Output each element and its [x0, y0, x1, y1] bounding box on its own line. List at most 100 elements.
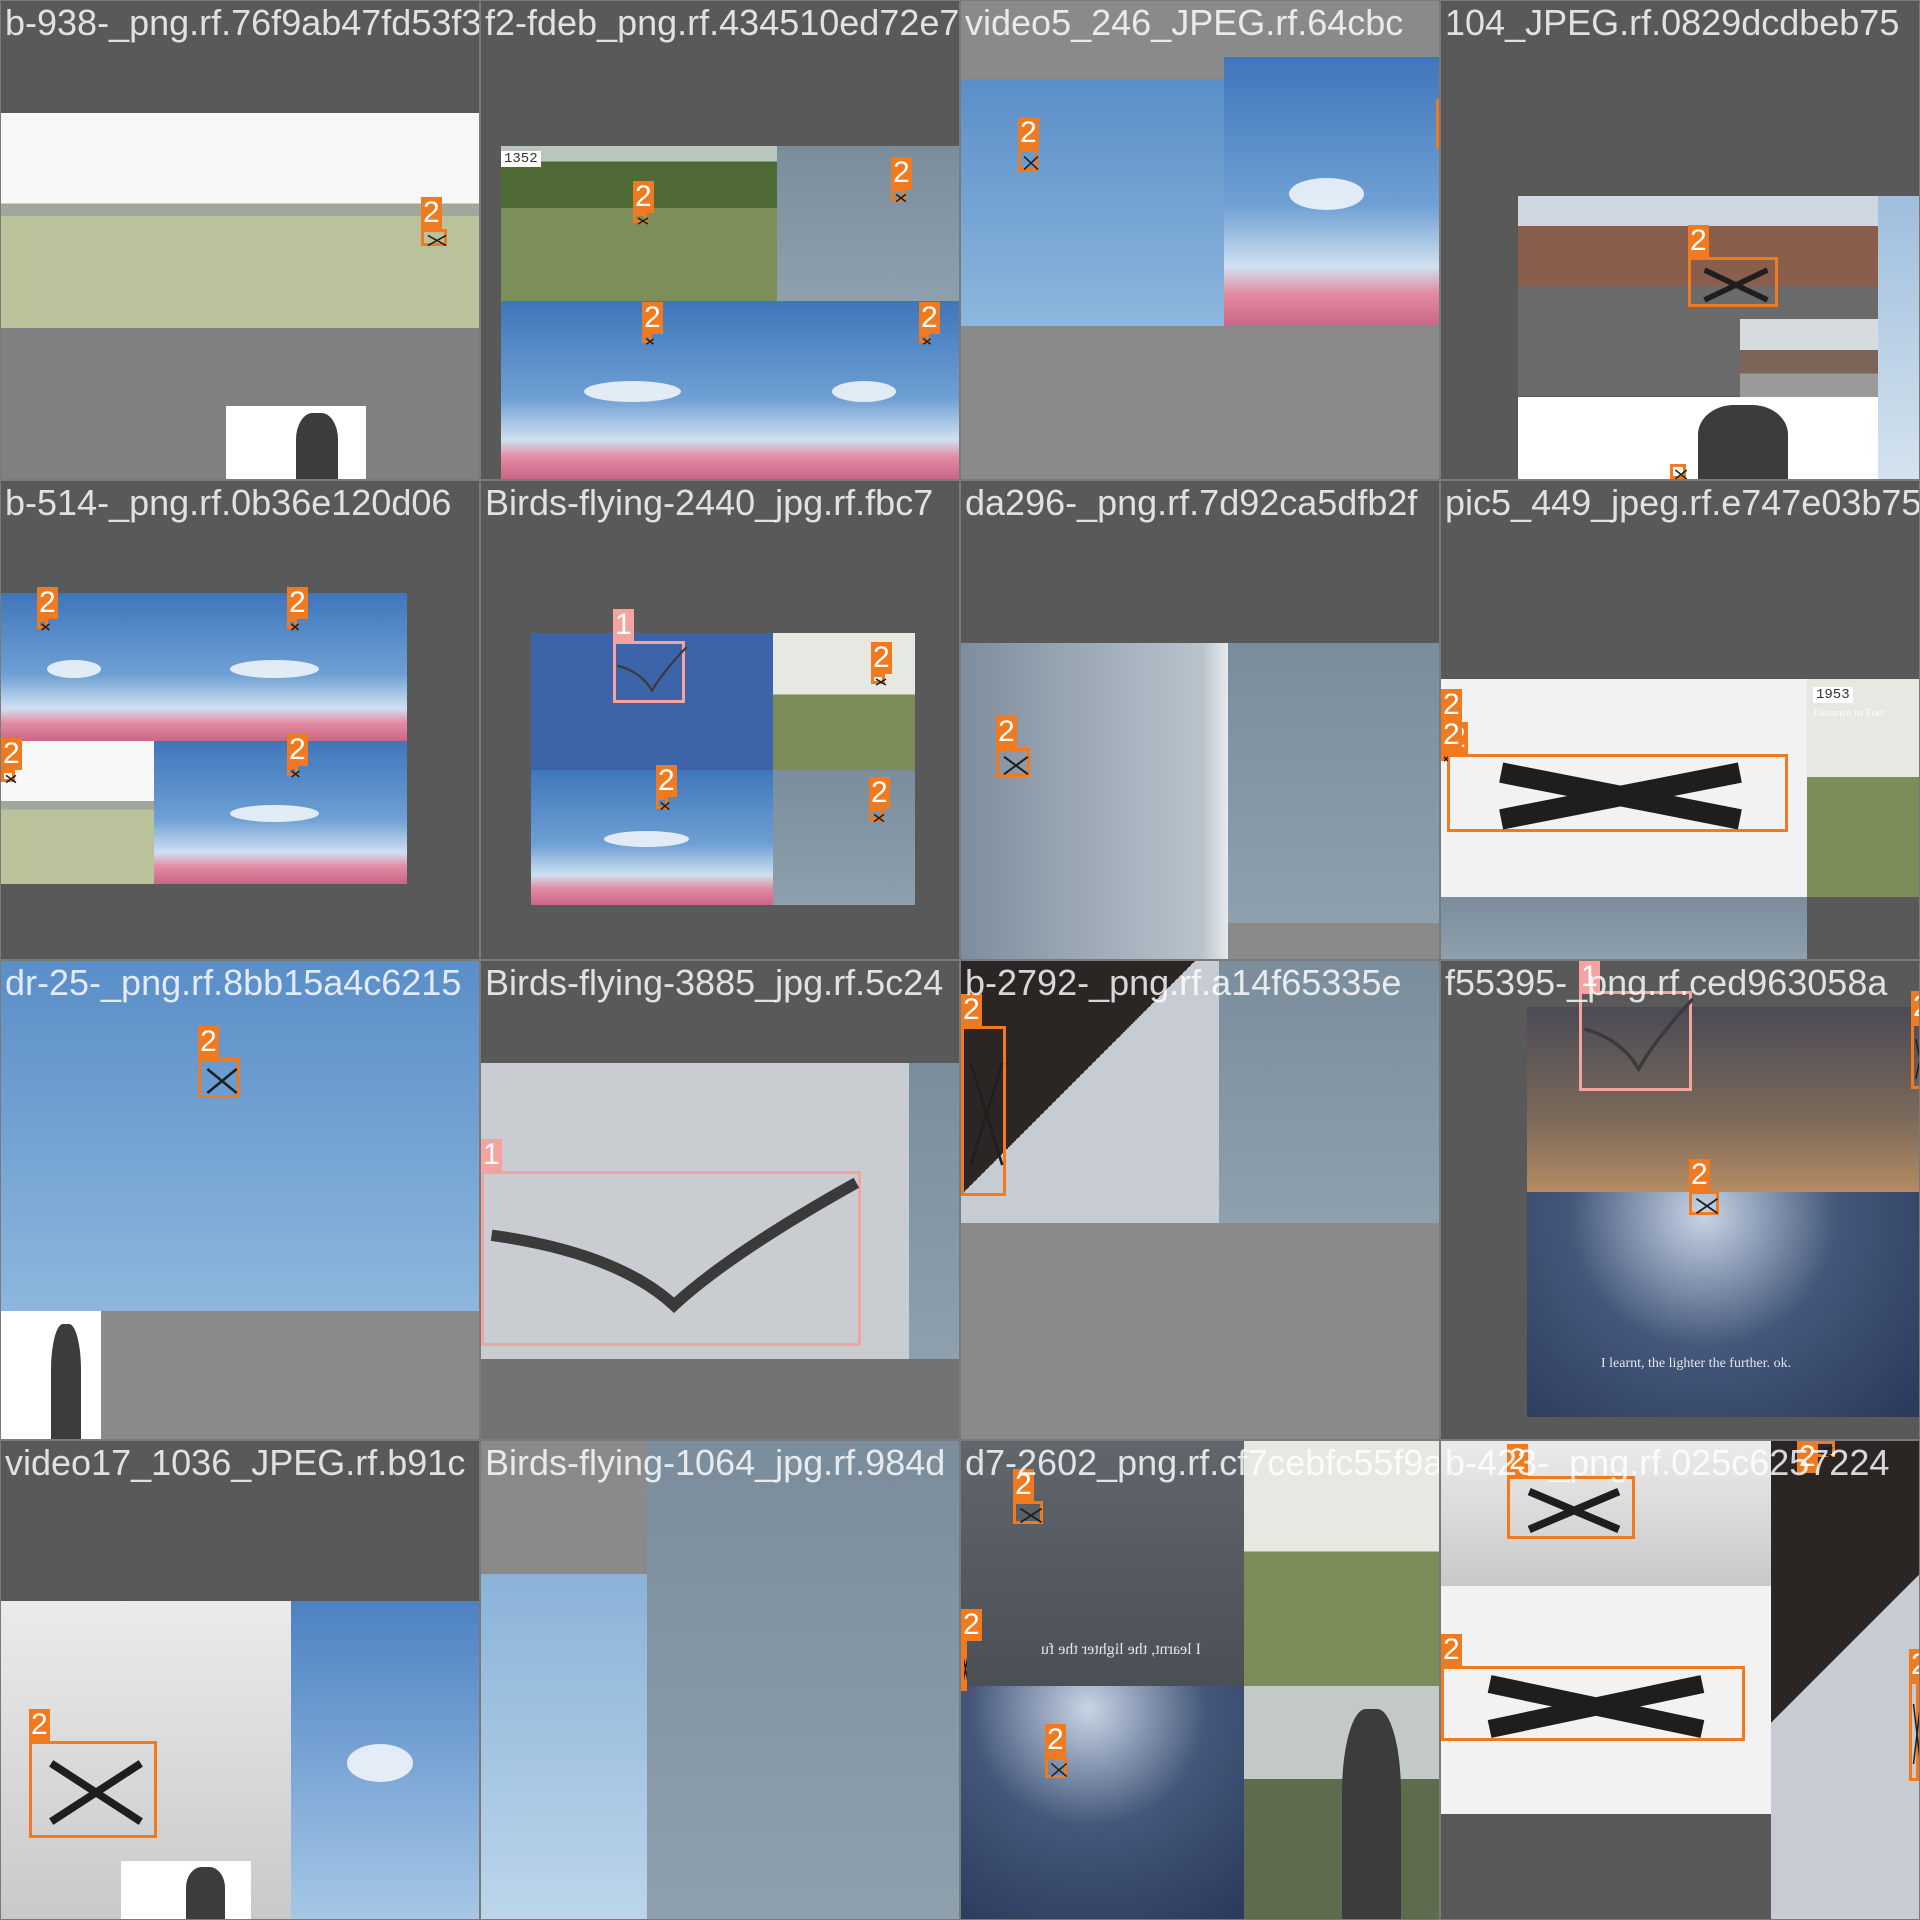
scene-region-grass-field: [1244, 1441, 1439, 1686]
drone-detection-box: [1447, 754, 1788, 832]
class-label-tag: 2: [961, 1608, 982, 1641]
class-label-tag: 2: [1441, 688, 1462, 721]
mosaic-tile: I learnt, the lighter the further. ok. 1 2…: [1441, 961, 1919, 1439]
scene-region-operator-portrait: [1244, 1686, 1439, 1919]
class-label-tag: 2: [198, 1025, 219, 1058]
scene-region-sky-with-blossoms: [1, 593, 154, 741]
class-label-tag: 1: [1579, 961, 1600, 993]
class-label-tag: 2: [1909, 1649, 1919, 1681]
mosaic-tile: 1 Birds-flying-3885_jpg.rf.5c24: [481, 961, 959, 1439]
class-label-tag: 2: [1045, 1723, 1066, 1756]
mosaic-tile: 2222b-423-_png.rf.025c6257224: [1441, 1441, 1919, 1919]
drone-detection-box: [421, 229, 447, 247]
class-label-tag: 2: [1911, 991, 1919, 1023]
letterbox-padding: [1, 1, 479, 113]
operator-figure: [51, 1324, 81, 1439]
scene-region-sky-with-blossoms: [154, 741, 407, 884]
scene-region-operator-head: [1, 1311, 101, 1439]
bird-detection-box: [1579, 991, 1694, 1091]
letterbox-padding: [1441, 481, 1919, 679]
class-label-tag: 2: [656, 764, 677, 797]
mosaic-tile: 2 dr-25-_png.rf.8bb15a4c6215: [1, 961, 479, 1439]
class-label-tag: 2: [37, 586, 58, 619]
drone-glyph: [1444, 755, 1448, 763]
class-label-tag: 2: [1441, 718, 1462, 751]
drone-glyph: [41, 623, 50, 631]
scene-region-flat-sky: [773, 770, 915, 905]
drone-detection-box: [642, 334, 654, 345]
operator-figure: [1342, 1709, 1401, 1919]
scene-region-field-with-operator: [1, 741, 154, 884]
scene-region-tree-sky: [481, 1574, 647, 1919]
class-label-tag: 2: [29, 1708, 50, 1741]
cloud-cluster: [832, 381, 896, 402]
mosaic-tile: 2 104_JPEG.rf.0829dcdbeb75: [1441, 1, 1919, 479]
class-label-tag: 2: [1688, 224, 1709, 257]
letterbox-padding: [961, 326, 1439, 479]
scene-region-sky-edge: [1878, 196, 1919, 479]
drone-detection-box: [1441, 1666, 1745, 1741]
mosaic-tile: 13522222f2-fdeb_png.rf.434510ed72e785016: [481, 1, 959, 479]
drone-detection-box: [1045, 1756, 1068, 1778]
drone-detection-box: [1909, 1681, 1919, 1781]
mosaic-tile: 1 2 2 2 Birds-flying-2440_jpg.rf.fbc7: [481, 481, 959, 959]
class-label-tag: 2: [1507, 1443, 1528, 1476]
drone-glyph: [1499, 762, 1742, 830]
drone-glyph: [1023, 155, 1039, 171]
overlay-caption: I learnt, the lighter the further. ok.: [1601, 1356, 1792, 1371]
class-label-tag: 2: [891, 156, 912, 189]
mosaic-tile: 2b-938-_png.rf.76f9ab47fd53f3238db08bef7: [1, 1, 479, 479]
class-label-tag: 2: [421, 196, 442, 229]
scene-region-flat-sky: [1219, 961, 1439, 1223]
drone-detection-box: [1013, 1501, 1043, 1524]
cloud-cluster: [1289, 178, 1364, 210]
drone-glyph: [969, 1062, 1004, 1166]
drone-detection-box: [961, 1026, 1006, 1196]
operator-figure: [1698, 405, 1788, 479]
drone-glyph: [1674, 469, 1688, 479]
frame-counter: 1352: [501, 151, 541, 167]
drone-detection-box: [1911, 1023, 1919, 1089]
drone-detection-box: [996, 748, 1030, 777]
scene-region-clear-sky: [1, 961, 479, 1311]
drone-glyph: [427, 234, 447, 247]
mosaic-tile: 2 da296-_png.rf.7d92ca5dfb2f: [961, 481, 1439, 959]
bird-glyph: [490, 1177, 860, 1313]
class-label-tag: 2: [1436, 99, 1439, 131]
bird-detection-box: [481, 1171, 861, 1346]
scene-region-flat-sky: [909, 1063, 959, 1359]
drone-detection-box: [37, 619, 50, 631]
drone-detection-box: [1670, 464, 1688, 479]
operator-figure: [186, 1867, 225, 1919]
class-label-tag: 1: [613, 608, 634, 641]
drone-glyph: [875, 678, 887, 686]
drone-glyph: [1003, 755, 1029, 776]
drone-glyph: [1912, 1703, 1919, 1765]
scene-region-grass-field: [773, 633, 915, 770]
scene-region-operator-lower: [1518, 397, 1878, 479]
scene-region-building-low-angle: [1771, 1441, 1919, 1919]
class-label-tag: 2: [871, 641, 892, 674]
class-label-tag: 2: [996, 715, 1017, 748]
scene-region-sky-with-trees: [291, 1601, 479, 1919]
scene-region-dark-sky-drone: [961, 1686, 1244, 1919]
scene-region-clear-sky: [961, 79, 1224, 326]
drone-glyph: [1050, 1762, 1068, 1778]
cloud-cluster: [604, 831, 689, 847]
drone-glyph: [49, 1760, 143, 1825]
drone-detection-box: [891, 189, 907, 203]
drone-detection-box: [29, 1741, 157, 1838]
drone-detection-box: [1, 770, 17, 784]
frame-counter: 1953: [1813, 687, 1853, 703]
scene-region-flat-sky: [647, 1441, 959, 1919]
scene-region-sky-with-blossoms: [531, 770, 773, 905]
drone-detection-box: [1507, 1476, 1635, 1539]
class-label-tag: 2: [1, 737, 22, 770]
class-label-tag: 2: [287, 586, 308, 619]
bird-detection-box: [613, 641, 688, 703]
class-label-tag: 2: [869, 776, 890, 809]
scene-region-sky-with-blossoms: [1224, 57, 1439, 326]
drone-detection-box: [869, 809, 885, 823]
drone-glyph: [291, 623, 299, 631]
drone-glyph: [1487, 1675, 1705, 1738]
